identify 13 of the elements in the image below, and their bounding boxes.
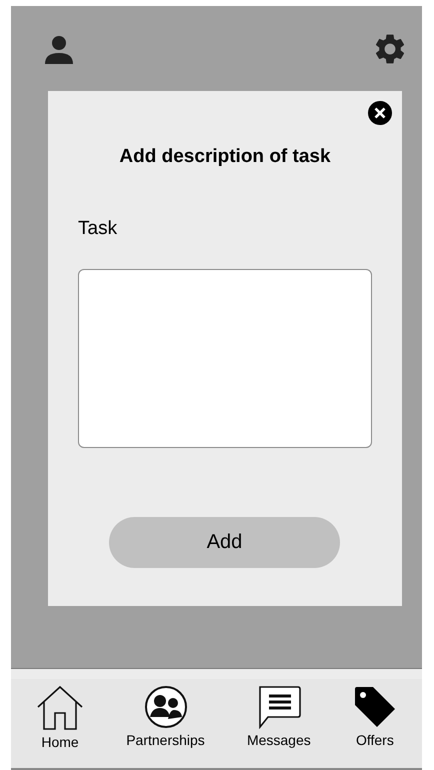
people-icon [144, 685, 188, 729]
dialog-title: Add description of task [118, 146, 332, 168]
nav-item[interactable]: Partnerships [126, 685, 205, 748]
nav-item[interactable]: Messages [246, 685, 311, 748]
tag-icon [352, 685, 397, 729]
task-field[interactable] [78, 269, 372, 448]
home-icon [36, 685, 84, 731]
nav-item[interactable]: Offers [352, 685, 397, 748]
field-label: Task [78, 218, 118, 240]
nav-item[interactable]: Home [36, 685, 84, 750]
add-button[interactable]: Add [109, 517, 340, 568]
user-icon[interactable] [44, 34, 74, 64]
close-icon[interactable] [368, 101, 392, 125]
